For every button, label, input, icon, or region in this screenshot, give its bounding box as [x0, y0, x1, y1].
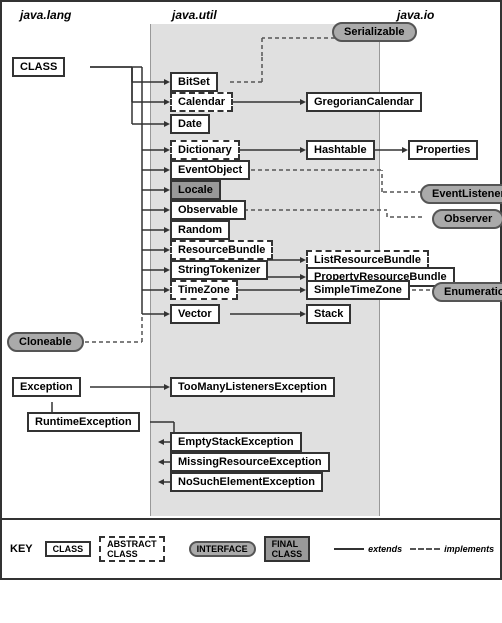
bitset-class: BitSet	[170, 72, 218, 92]
eventobject-class: EventObject	[170, 160, 250, 180]
key-class-item: CLASS	[45, 541, 92, 557]
object-class: CLASS	[12, 57, 65, 77]
timezone-class: TimeZone	[170, 280, 238, 300]
vector-class: Vector	[170, 304, 220, 324]
cloneable-interface: Cloneable	[7, 332, 84, 352]
stack-class: Stack	[306, 304, 351, 324]
diagram-container: java.lang java.util java.io	[0, 0, 502, 580]
runtimeexception-class: RuntimeException	[27, 412, 140, 432]
emptystackexception-class: EmptyStackException	[170, 432, 302, 452]
date-class: Date	[170, 114, 210, 134]
java-util-header: java.util	[172, 8, 217, 22]
key-abstract-item: ABSTRACT CLASS	[99, 536, 165, 562]
resourcebundle-class: ResourceBundle	[170, 240, 273, 260]
observer-interface: Observer	[432, 209, 502, 229]
dictionary-class: Dictionary	[170, 140, 240, 160]
observable-class: Observable	[170, 200, 246, 220]
key-final-item: FINAL CLASS	[264, 536, 311, 562]
key-implements-item: implements	[410, 544, 494, 554]
gregoriancalendar-class: GregorianCalendar	[306, 92, 422, 112]
eventlistener-interface: EventListener	[420, 184, 502, 204]
locale-class: Locale	[170, 180, 221, 200]
stringtokenizer-class: StringTokenizer	[170, 260, 268, 280]
serializable-interface: Serializable	[332, 22, 417, 42]
java-io-header: java.io	[397, 8, 434, 22]
nosuchelementexception-class: NoSuchElementException	[170, 472, 323, 492]
random-class: Random	[170, 220, 230, 240]
key-abstract-box: ABSTRACT CLASS	[99, 536, 165, 562]
key-dashed-line	[410, 548, 440, 550]
properties-class: Properties	[408, 140, 478, 160]
toomanylisterersexception-class: TooManyListenersException	[170, 377, 335, 397]
key-final-box: FINAL CLASS	[264, 536, 311, 562]
java-lang-header: java.lang	[20, 8, 71, 22]
key-extends-item: extends	[334, 544, 402, 554]
key-solid-line	[334, 548, 364, 550]
simpletimezone-class: SimpleTimeZone	[306, 280, 410, 300]
key-interface-box: INTERFACE	[189, 541, 256, 557]
hashtable-class: Hashtable	[306, 140, 375, 160]
key-label: KEY	[10, 543, 33, 555]
key-implements-label: implements	[444, 544, 494, 554]
key-class-box: CLASS	[45, 541, 92, 557]
key-section: KEY CLASS ABSTRACT CLASS INTERFACE FINAL…	[2, 518, 500, 578]
calendar-class: Calendar	[170, 92, 233, 112]
exception-class: Exception	[12, 377, 81, 397]
key-interface-item: INTERFACE	[189, 541, 256, 557]
missingresourceexception-class: MissingResourceException	[170, 452, 330, 472]
enumeration-interface: Enumeration	[432, 282, 502, 302]
key-extends-label: extends	[368, 544, 402, 554]
